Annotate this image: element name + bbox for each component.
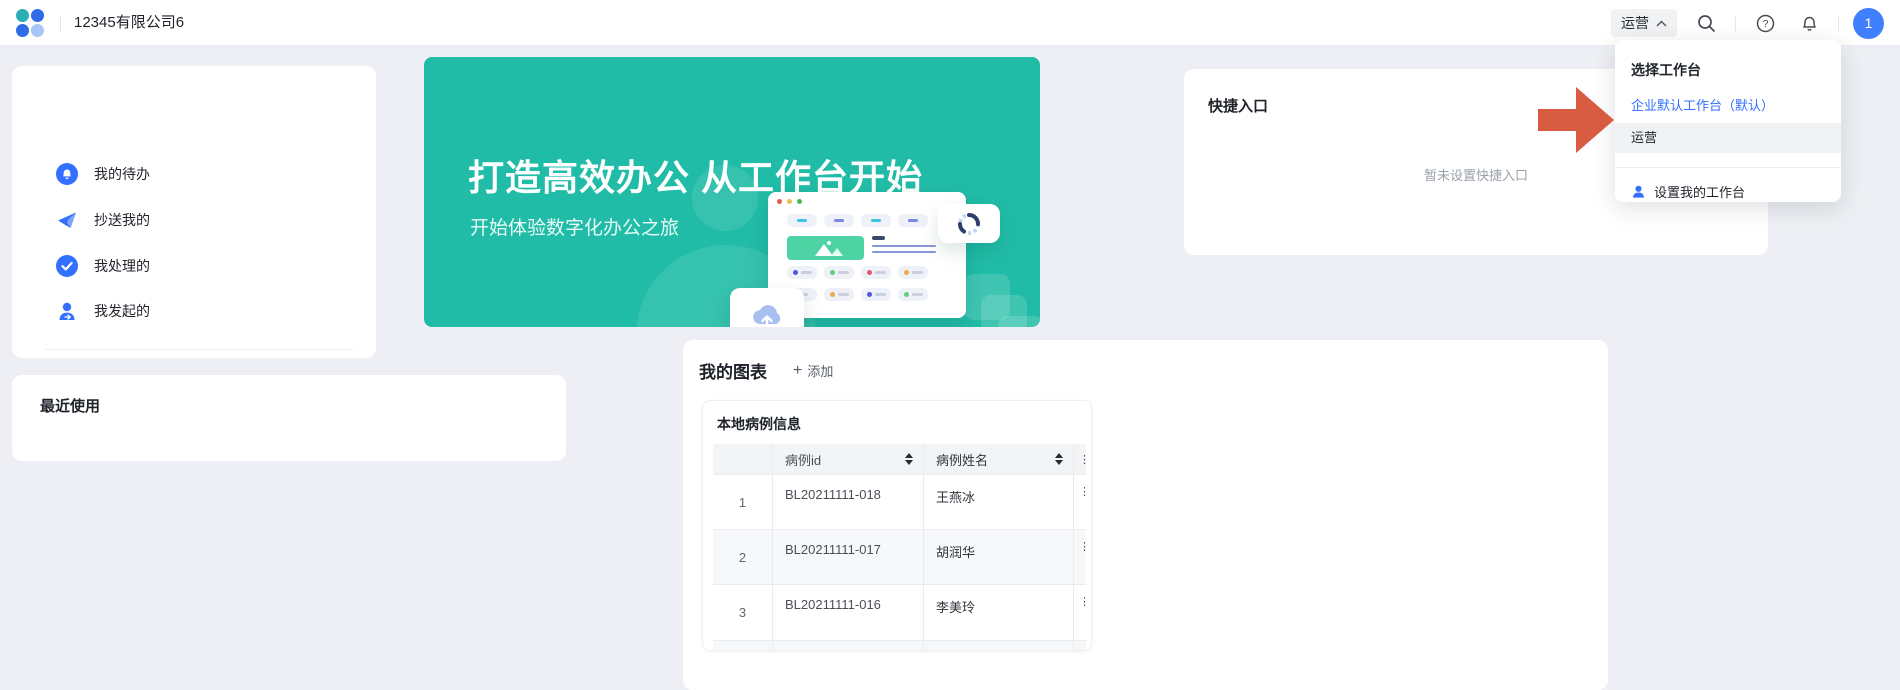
topbar-divider	[60, 15, 61, 31]
case-table-card: 本地病例信息 病例id 病例姓名 ⋮ 1 BL20211111-018 王燕冰 …	[702, 400, 1092, 651]
table-header-row: 病例id 病例姓名 ⋮	[713, 444, 1086, 475]
cloud-upload-icon	[750, 302, 784, 327]
topbar-separator	[1735, 15, 1736, 31]
sidebar-item-label: 抄送我的	[94, 210, 150, 230]
add-chart-button[interactable]: + 添加	[793, 361, 833, 380]
plus-icon: +	[793, 364, 802, 377]
sidebar-item-label: 我处理的	[94, 256, 150, 276]
my-charts-card: 我的图表 + 添加 本地病例信息 病例id 病例姓名 ⋮ 1	[683, 340, 1608, 690]
promo-banner: 打造高效办公 从工作台开始 开始体验数字化办公之旅	[424, 57, 1040, 327]
check-circle-icon	[56, 255, 78, 277]
menu-item-operations-workspace[interactable]: 运营	[1615, 123, 1841, 153]
banner-decor-square	[998, 316, 1040, 327]
header-index-cell	[713, 444, 773, 474]
case-table: 病例id 病例姓名 ⋮ 1 BL20211111-018 王燕冰 ⋮ 2 BL2…	[713, 444, 1086, 651]
cloud-upload-card	[730, 288, 804, 327]
header-clipped-cell: ⋮	[1074, 444, 1086, 474]
banner-subtitle: 开始体验数字化办公之旅	[470, 213, 679, 240]
loading-spinner-icon	[956, 211, 982, 237]
annotation-arrow-icon	[1538, 84, 1616, 156]
sort-carets-icon	[905, 453, 913, 465]
user-avatar[interactable]: 1	[1853, 8, 1884, 39]
add-chart-label: 添加	[807, 361, 833, 380]
table-row-partial	[713, 641, 1086, 651]
sidebar-item-label: 我发起的	[94, 301, 150, 321]
header-case-id-cell[interactable]: 病例id	[773, 444, 924, 474]
svg-text:?: ?	[1762, 18, 1768, 30]
setup-workspace-label: 设置我的工作台	[1654, 182, 1745, 201]
sidebar-item-cc-to-me[interactable]: 抄送我的	[56, 209, 150, 231]
person-icon	[56, 300, 78, 322]
my-charts-title: 我的图表	[699, 358, 767, 383]
sidebar-divider	[45, 349, 354, 350]
image-placeholder-icon	[787, 236, 864, 260]
menu-item-setup-workspace[interactable]: 设置我的工作台	[1631, 176, 1745, 206]
notifications-bell-icon[interactable]	[1794, 8, 1824, 38]
window-traffic-dots-icon	[777, 199, 802, 204]
topbar: 12345有限公司6 运营 ? 1	[0, 0, 1900, 46]
search-icon[interactable]	[1691, 8, 1721, 38]
todo-sidebar-card: 我的待办 抄送我的 我处理的 我发起的	[12, 66, 376, 358]
table-row: 2 BL20211111-017 胡润华 ⋮	[713, 530, 1086, 585]
sidebar-item-handled-by-me[interactable]: 我处理的	[56, 255, 150, 277]
menu-divider	[1615, 167, 1841, 168]
help-icon[interactable]: ?	[1750, 8, 1780, 38]
sidebar-item-initiated-by-me[interactable]: 我发起的	[56, 300, 150, 322]
workspace-switcher-button[interactable]: 运营	[1611, 9, 1677, 37]
header-case-name-cell[interactable]: 病例姓名	[924, 444, 1074, 474]
sort-carets-icon	[1055, 453, 1063, 465]
workspace-dropdown-menu: 选择工作台 企业默认工作台（默认） 运营 设置我的工作台	[1615, 40, 1841, 202]
table-row: 1 BL20211111-018 王燕冰 ⋮	[713, 475, 1086, 530]
recently-used-card: 最近使用	[12, 375, 566, 461]
send-icon	[56, 209, 78, 231]
quick-entry-title: 快捷入口	[1208, 95, 1268, 116]
menu-item-default-workspace[interactable]: 企业默认工作台（默认）	[1615, 91, 1841, 121]
loading-spinner-card	[938, 204, 1000, 243]
company-name: 12345有限公司6	[74, 0, 184, 46]
chevron-up-icon	[1656, 20, 1667, 27]
app-logo-icon[interactable]	[16, 9, 44, 37]
person-icon	[1631, 184, 1646, 199]
workspace-menu-title: 选择工作台	[1631, 60, 1701, 80]
sidebar-item-label: 我的待办	[94, 164, 150, 184]
table-row: 3 BL20211111-016 李美玲 ⋮	[713, 585, 1086, 641]
bell-circle-icon	[56, 163, 78, 185]
workspace-switcher-label: 运营	[1621, 13, 1649, 33]
sidebar-item-my-todo[interactable]: 我的待办	[56, 163, 150, 185]
case-table-title: 本地病例信息	[717, 414, 801, 434]
recently-used-title: 最近使用	[40, 395, 100, 416]
topbar-separator	[1838, 15, 1839, 31]
